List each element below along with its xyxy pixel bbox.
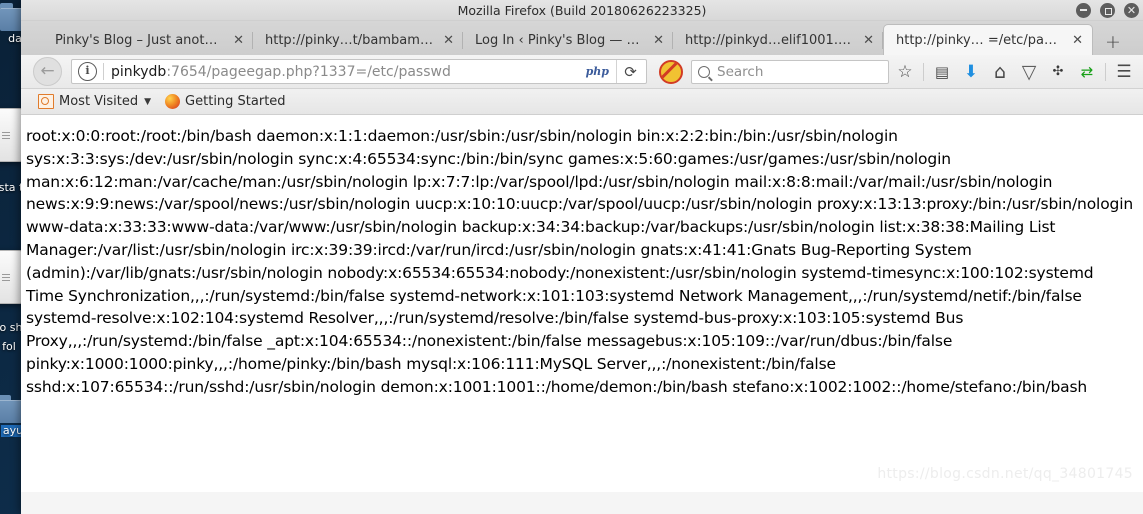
- site-info-icon[interactable]: i: [78, 62, 97, 81]
- new-tab-button[interactable]: +: [1105, 33, 1121, 52]
- fly-bug-icon[interactable]: ✣: [1045, 59, 1071, 85]
- hamburger-menu-icon[interactable]: ☰: [1111, 59, 1137, 85]
- downloads-icon[interactable]: ⬇: [958, 59, 984, 85]
- close-icon: ✕: [1126, 3, 1137, 17]
- php-badge[interactable]: php: [579, 65, 616, 78]
- background-window-sheet[interactable]: [0, 108, 22, 162]
- watermark-text: https://blog.csdn.net/qq_34801745: [877, 466, 1133, 482]
- maximize-glyph: [1105, 7, 1112, 15]
- tab-etc-passwd[interactable]: http://pinky… =/etc/passwd ✕: [883, 24, 1093, 55]
- library-icon[interactable]: ▤: [929, 59, 955, 85]
- tab-label: http://pinky… =/etc/passwd: [896, 32, 1063, 48]
- background-window-sheet-2[interactable]: [0, 250, 22, 304]
- tab-close-icon[interactable]: ✕: [653, 34, 664, 47]
- tab-label: Log In ‹ Pinky's Blog — W…: [475, 32, 644, 48]
- tab-label: Pinky's Blog – Just anoth…: [55, 32, 224, 48]
- tab-close-icon[interactable]: ✕: [1072, 34, 1083, 47]
- tab-label: http://pinkyd…elif1001.php: [685, 32, 854, 48]
- proxy-switcher-icon[interactable]: ⇄: [1074, 59, 1100, 85]
- bookmark-label: Getting Started: [185, 94, 286, 109]
- search-bar[interactable]: Search: [691, 59, 889, 84]
- firefox-window: Mozilla Firefox (Build 20180626223325) ✕…: [21, 0, 1143, 514]
- tab-strip: Pinky's Blog – Just anoth… ✕ http://pink…: [21, 21, 1143, 55]
- tab-log-in[interactable]: Log In ‹ Pinky's Blog — W… ✕: [463, 25, 673, 55]
- minimize-glyph: [1080, 9, 1087, 11]
- bookmarks-toolbar: Most Visited ▼ Getting Started: [21, 89, 1143, 115]
- url-separator: [103, 63, 104, 80]
- toolbar-separator-2: [1105, 62, 1106, 81]
- window-controls: ✕: [1076, 0, 1139, 20]
- passwd-file-content: root:x:0:0:root:/root:/bin/bash daemon:x…: [26, 127, 1134, 396]
- back-button[interactable]: ←: [33, 57, 62, 86]
- minimize-button[interactable]: [1076, 2, 1091, 18]
- bookmark-star-icon[interactable]: ☆: [892, 59, 918, 85]
- tab-close-icon[interactable]: ✕: [233, 34, 244, 47]
- toolbar-separator: [923, 62, 924, 81]
- home-icon[interactable]: ⌂: [987, 59, 1013, 85]
- firefox-icon: [165, 94, 181, 109]
- tab-label: http://pinky…t/bambam.txt: [265, 32, 434, 48]
- maximize-button[interactable]: [1100, 2, 1115, 18]
- tab-elif1001-php[interactable]: http://pinkyd…elif1001.php ✕: [673, 25, 883, 55]
- tab-close-icon[interactable]: ✕: [863, 34, 874, 47]
- bookmark-getting-started[interactable]: Getting Started: [160, 93, 291, 110]
- window-titlebar: Mozilla Firefox (Build 20180626223325) ✕: [21, 0, 1143, 21]
- search-icon: [698, 65, 710, 78]
- window-title: Mozilla Firefox (Build 20180626223325): [457, 2, 707, 18]
- page-viewport: root:x:0:0:root:/root:/bin/bash daemon:x…: [21, 115, 1143, 492]
- chevron-down-icon: ▼: [144, 96, 152, 107]
- bookmark-label: Most Visited: [59, 94, 139, 109]
- tab-close-icon[interactable]: ✕: [443, 34, 454, 47]
- tab-pinkys-blog[interactable]: Pinky's Blog – Just anoth… ✕: [43, 25, 253, 55]
- tab-bambam-txt[interactable]: http://pinky…t/bambam.txt ✕: [253, 25, 463, 55]
- url-bar[interactable]: i pinkydb:7654/pageegap.php?1337=/etc/pa…: [71, 59, 647, 84]
- navigation-toolbar: ← i pinkydb:7654/pageegap.php?1337=/etc/…: [21, 55, 1143, 89]
- url-host: pinkydb: [111, 63, 167, 80]
- most-visited-icon: [38, 94, 54, 109]
- url-input[interactable]: pinkydb:7654/pageegap.php?1337=/etc/pass…: [111, 64, 579, 80]
- search-input[interactable]: Search: [717, 64, 763, 80]
- close-button[interactable]: ✕: [1124, 2, 1139, 18]
- pocket-icon[interactable]: ▽: [1016, 59, 1042, 85]
- bookmark-most-visited[interactable]: Most Visited ▼: [33, 93, 156, 110]
- reload-button[interactable]: ⟳: [616, 60, 644, 83]
- url-path: :7654/pageegap.php?1337=/etc/passwd: [166, 63, 451, 80]
- noscript-icon[interactable]: [659, 59, 683, 84]
